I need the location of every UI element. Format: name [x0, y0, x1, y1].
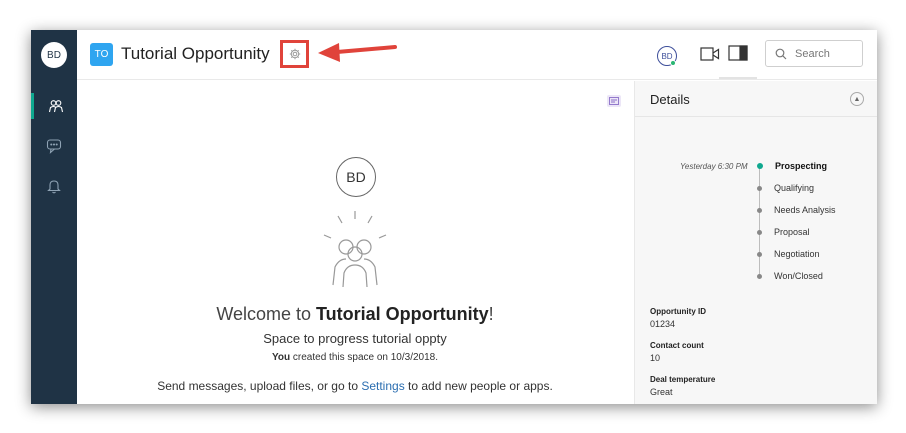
stage-item: Won/Closed — [755, 269, 823, 283]
space-badge: TO — [90, 43, 113, 66]
search-box[interactable] — [765, 40, 863, 67]
callout-arrow — [318, 43, 397, 62]
people-illustration-icon — [323, 211, 387, 288]
welcome-heading: Welcome to Tutorial Opportunity! — [77, 304, 633, 325]
opportunity-id-label: Opportunity ID — [650, 307, 706, 316]
details-panel: Details ▲ Yesterday 6:30 PM Prospecting … — [634, 81, 877, 404]
stage-label: Proposal — [774, 227, 810, 237]
nav-spaces[interactable] — [31, 93, 77, 119]
people-icon — [48, 100, 63, 113]
space-card-icon[interactable] — [607, 95, 621, 107]
stage-item: Prospecting — [755, 159, 827, 173]
stage-item: Qualifying — [755, 181, 814, 195]
left-nav-rail: BD — [31, 30, 77, 404]
deal-temperature-label: Deal temperature — [650, 375, 716, 384]
top-bar: TO Tutorial Opportunity BD — [77, 30, 877, 80]
nav-notifications[interactable] — [31, 173, 77, 199]
stage-timestamp: Yesterday 6:30 PM — [680, 162, 748, 171]
welcome-prefix: Welcome to — [216, 304, 317, 324]
details-title: Details — [650, 92, 690, 107]
hint-suffix: to add new people or apps. — [404, 379, 553, 393]
nav-messages[interactable] — [31, 133, 77, 159]
bell-icon — [47, 180, 61, 194]
created-text: created this space on 10/3/2018. — [290, 352, 439, 363]
details-panel-toggle-icon[interactable] — [728, 45, 748, 61]
search-icon — [775, 48, 787, 59]
settings-link[interactable]: Settings — [361, 379, 404, 393]
welcome-suffix: ! — [488, 304, 494, 324]
getting-started-hint: Send messages, upload files, or go to Se… — [77, 379, 633, 393]
opportunity-id-value: 01234 — [650, 319, 676, 329]
search-input[interactable] — [795, 47, 857, 60]
stage-item: Negotiation — [755, 247, 820, 261]
chat-icon — [46, 139, 62, 154]
gear-icon — [289, 48, 300, 60]
stage-dot — [757, 185, 762, 191]
stage-label: Negotiation — [774, 249, 820, 259]
stage-dot — [757, 251, 762, 257]
space-main-area: BD Welcome to Tutorial Opportunity! Spac… — [77, 81, 633, 404]
stage-dot — [757, 273, 762, 279]
created-note: You created this space on 10/3/2018. — [77, 352, 633, 363]
details-header: Details ▲ — [635, 81, 877, 117]
stage-item: Needs Analysis — [755, 203, 836, 217]
video-call-icon[interactable] — [700, 46, 720, 62]
stage-dot — [757, 163, 763, 169]
card-icon — [609, 97, 619, 105]
chevron-up-icon: ▲ — [853, 95, 861, 103]
deal-temperature-value: Great — [650, 387, 673, 397]
settings-button[interactable] — [280, 40, 309, 68]
space-title: Tutorial Opportunity — [121, 44, 270, 63]
stage-item: Proposal — [755, 225, 810, 239]
stage-label: Needs Analysis — [774, 205, 836, 215]
collapse-button[interactable]: ▲ — [850, 92, 864, 106]
welcome-avatar: BD — [336, 157, 376, 197]
stage-label: Qualifying — [774, 183, 815, 193]
panel-toggle-indicator — [719, 77, 757, 79]
welcome-space-name: Tutorial Opportunity — [316, 304, 489, 324]
stage-dot — [757, 229, 762, 235]
space-description: Space to progress tutorial oppty — [263, 331, 447, 346]
stage-label: Won/Closed — [774, 271, 823, 281]
contact-count-label: Contact count — [650, 341, 704, 350]
stage-dot — [757, 207, 762, 213]
user-avatar[interactable]: BD — [41, 42, 67, 68]
stage-label: Prospecting — [775, 161, 828, 171]
hint-prefix: Send messages, upload files, or go to — [157, 379, 362, 393]
contact-count-value: 10 — [650, 353, 661, 363]
created-by: You — [271, 352, 291, 363]
online-status-dot — [670, 60, 676, 66]
app-window: BD TO Tutorial Opportunity BD Search BD … — [31, 30, 877, 404]
